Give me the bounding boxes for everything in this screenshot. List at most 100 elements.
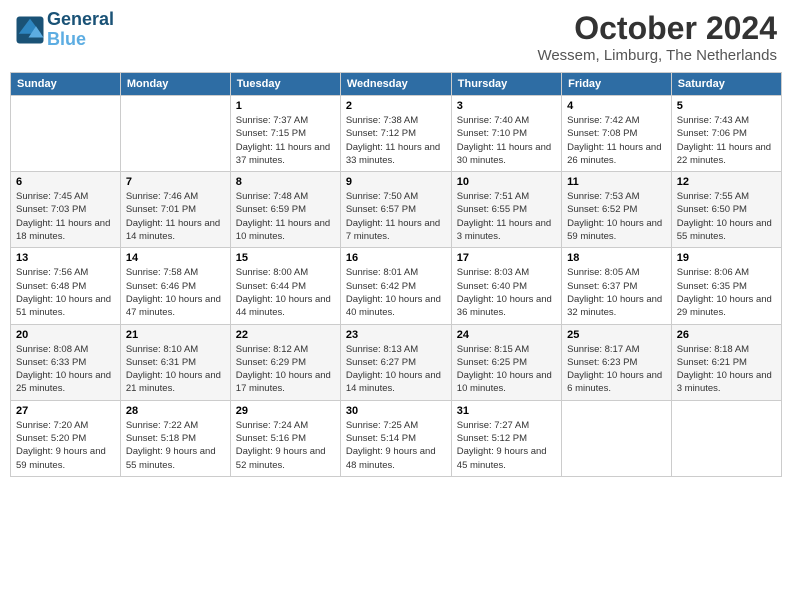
day-number: 11 [567,176,666,188]
calendar-week-row: 20 Sunrise: 8:08 AM Sunset: 6:33 PM Dayli… [11,324,782,400]
month-title: October 2024 [537,10,777,47]
page-header: General Blue October 2024 Wessem, Limbur… [10,10,782,64]
logo-line2: Blue [47,30,114,50]
day-detail: Sunrise: 8:05 AM Sunset: 6:37 PM Dayligh… [567,266,666,319]
calendar-cell: 9 Sunrise: 7:50 AM Sunset: 6:57 PM Daylig… [340,172,451,248]
day-detail: Sunrise: 7:53 AM Sunset: 6:52 PM Dayligh… [567,190,666,243]
logo-line1: General [47,10,114,30]
day-number: 6 [16,176,115,188]
day-detail: Sunrise: 7:27 AM Sunset: 5:12 PM Dayligh… [457,419,556,472]
calendar-cell: 20 Sunrise: 8:08 AM Sunset: 6:33 PM Dayli… [11,324,121,400]
day-number: 28 [126,405,225,417]
day-number: 14 [126,252,225,264]
calendar-cell [120,96,230,172]
calendar-cell: 14 Sunrise: 7:58 AM Sunset: 6:46 PM Dayli… [120,248,230,324]
weekday-header: Wednesday [340,73,451,96]
day-number: 17 [457,252,556,264]
calendar-cell: 31 Sunrise: 7:27 AM Sunset: 5:12 PM Dayli… [451,400,561,476]
calendar-cell: 15Sunrise: 8:00 AM Sunset: 6:44 PM Dayli… [230,248,340,324]
day-detail: Sunrise: 7:25 AM Sunset: 5:14 PM Dayligh… [346,419,446,472]
day-number: 9 [346,176,446,188]
day-number: 10 [457,176,556,188]
calendar-cell: 12 Sunrise: 7:55 AM Sunset: 6:50 PM Dayli… [671,172,781,248]
weekday-header: Friday [562,73,672,96]
calendar-cell: 5Sunrise: 7:43 AM Sunset: 7:06 PM Daylig… [671,96,781,172]
calendar-cell: 26Sunrise: 8:18 AM Sunset: 6:21 PM Dayli… [671,324,781,400]
calendar-cell: 3Sunrise: 7:40 AM Sunset: 7:10 PM Daylig… [451,96,561,172]
weekday-header: Saturday [671,73,781,96]
calendar-cell: 23Sunrise: 8:13 AM Sunset: 6:27 PM Dayli… [340,324,451,400]
calendar-week-row: 6 Sunrise: 7:45 AM Sunset: 7:03 PM Daylig… [11,172,782,248]
day-number: 19 [677,252,776,264]
calendar-cell: 22Sunrise: 8:12 AM Sunset: 6:29 PM Dayli… [230,324,340,400]
day-number: 15 [236,252,335,264]
calendar-cell: 1Sunrise: 7:37 AM Sunset: 7:15 PM Daylig… [230,96,340,172]
day-detail: Sunrise: 8:15 AM Sunset: 6:25 PM Dayligh… [457,343,556,396]
day-number: 21 [126,329,225,341]
calendar-cell: 30Sunrise: 7:25 AM Sunset: 5:14 PM Dayli… [340,400,451,476]
day-number: 31 [457,405,556,417]
day-detail: Sunrise: 8:10 AM Sunset: 6:31 PM Dayligh… [126,343,225,396]
calendar-cell: 6 Sunrise: 7:45 AM Sunset: 7:03 PM Daylig… [11,172,121,248]
calendar-cell: 28 Sunrise: 7:22 AM Sunset: 5:18 PM Dayli… [120,400,230,476]
calendar-cell: 21 Sunrise: 8:10 AM Sunset: 6:31 PM Dayli… [120,324,230,400]
calendar-cell: 2 Sunrise: 7:38 AM Sunset: 7:12 PM Daylig… [340,96,451,172]
day-number: 27 [16,405,115,417]
day-detail: Sunrise: 7:22 AM Sunset: 5:18 PM Dayligh… [126,419,225,472]
day-detail: Sunrise: 8:08 AM Sunset: 6:33 PM Dayligh… [16,343,115,396]
weekday-header: Monday [120,73,230,96]
day-detail: Sunrise: 7:50 AM Sunset: 6:57 PM Dayligh… [346,190,446,243]
day-number: 13 [16,252,115,264]
calendar-cell: 10 Sunrise: 7:51 AM Sunset: 6:55 PM Dayli… [451,172,561,248]
calendar-cell: 13 Sunrise: 7:56 AM Sunset: 6:48 PM Dayli… [11,248,121,324]
day-number: 20 [16,329,115,341]
day-detail: Sunrise: 8:17 AM Sunset: 6:23 PM Dayligh… [567,343,666,396]
day-number: 12 [677,176,776,188]
calendar-cell: 24 Sunrise: 8:15 AM Sunset: 6:25 PM Dayli… [451,324,561,400]
day-detail: Sunrise: 8:18 AM Sunset: 6:21 PM Dayligh… [677,343,776,396]
calendar-week-row: 1Sunrise: 7:37 AM Sunset: 7:15 PM Daylig… [11,96,782,172]
calendar-cell: 11 Sunrise: 7:53 AM Sunset: 6:52 PM Dayli… [562,172,672,248]
day-number: 8 [236,176,335,188]
calendar-cell: 8 Sunrise: 7:48 AM Sunset: 6:59 PM Daylig… [230,172,340,248]
weekday-header: Sunday [11,73,121,96]
calendar-header-row: SundayMondayTuesdayWednesdayThursdayFrid… [11,73,782,96]
calendar-cell: 17Sunrise: 8:03 AM Sunset: 6:40 PM Dayli… [451,248,561,324]
day-detail: Sunrise: 7:45 AM Sunset: 7:03 PM Dayligh… [16,190,115,243]
day-number: 2 [346,100,446,112]
day-detail: Sunrise: 7:46 AM Sunset: 7:01 PM Dayligh… [126,190,225,243]
day-number: 5 [677,100,776,112]
day-detail: Sunrise: 7:58 AM Sunset: 6:46 PM Dayligh… [126,266,225,319]
day-number: 24 [457,329,556,341]
calendar-table: SundayMondayTuesdayWednesdayThursdayFrid… [10,72,782,477]
day-detail: Sunrise: 7:37 AM Sunset: 7:15 PM Dayligh… [236,114,335,167]
day-number: 29 [236,405,335,417]
calendar-cell [562,400,672,476]
weekday-header: Tuesday [230,73,340,96]
calendar-cell [11,96,121,172]
day-detail: Sunrise: 7:56 AM Sunset: 6:48 PM Dayligh… [16,266,115,319]
day-detail: Sunrise: 7:40 AM Sunset: 7:10 PM Dayligh… [457,114,556,167]
day-detail: Sunrise: 8:01 AM Sunset: 6:42 PM Dayligh… [346,266,446,319]
logo: General Blue [15,10,114,50]
calendar-cell: 19Sunrise: 8:06 AM Sunset: 6:35 PM Dayli… [671,248,781,324]
day-number: 18 [567,252,666,264]
calendar-cell: 4Sunrise: 7:42 AM Sunset: 7:08 PM Daylig… [562,96,672,172]
location-title: Wessem, Limburg, The Netherlands [537,47,777,64]
calendar-week-row: 27 Sunrise: 7:20 AM Sunset: 5:20 PM Dayli… [11,400,782,476]
day-detail: Sunrise: 8:12 AM Sunset: 6:29 PM Dayligh… [236,343,335,396]
calendar-cell: 29 Sunrise: 7:24 AM Sunset: 5:16 PM Dayli… [230,400,340,476]
day-number: 4 [567,100,666,112]
day-detail: Sunrise: 8:13 AM Sunset: 6:27 PM Dayligh… [346,343,446,396]
day-number: 16 [346,252,446,264]
day-number: 25 [567,329,666,341]
weekday-header: Thursday [451,73,561,96]
title-block: October 2024 Wessem, Limburg, The Nether… [537,10,777,64]
day-detail: Sunrise: 7:55 AM Sunset: 6:50 PM Dayligh… [677,190,776,243]
day-detail: Sunrise: 7:20 AM Sunset: 5:20 PM Dayligh… [16,419,115,472]
day-detail: Sunrise: 7:38 AM Sunset: 7:12 PM Dayligh… [346,114,446,167]
day-detail: Sunrise: 7:51 AM Sunset: 6:55 PM Dayligh… [457,190,556,243]
day-detail: Sunrise: 7:48 AM Sunset: 6:59 PM Dayligh… [236,190,335,243]
day-detail: Sunrise: 7:24 AM Sunset: 5:16 PM Dayligh… [236,419,335,472]
calendar-cell [671,400,781,476]
